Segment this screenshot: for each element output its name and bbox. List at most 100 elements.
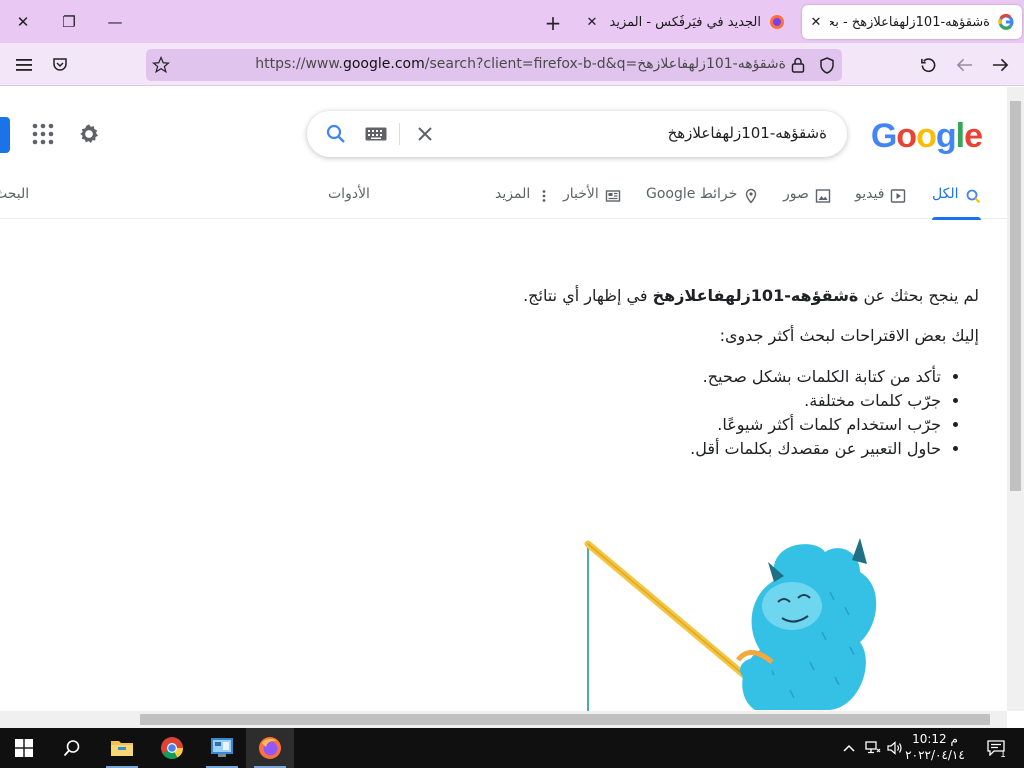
logo-letter: e — [964, 117, 983, 155]
video-icon — [891, 189, 906, 203]
google-logo[interactable]: Google — [870, 117, 983, 156]
control-panel-icon — [211, 738, 233, 757]
taskbar-firefox[interactable] — [246, 728, 294, 768]
tab-maps[interactable]: خرائط Google — [646, 183, 759, 219]
tools-button[interactable]: الأدوات — [328, 186, 370, 202]
tab-close-icon[interactable]: ✕ — [582, 15, 602, 30]
tab-label: صور — [783, 186, 809, 202]
volume-button[interactable] — [884, 728, 906, 768]
windows-taskbar: 10:12 م ٢٠٢٢/٠٤/١٤ 1 — [0, 728, 1024, 768]
tracking-protection-button[interactable] — [812, 50, 842, 80]
speaker-icon — [887, 741, 902, 755]
url-path: /search?client=firefox-b-d&q=ةشقؤهه-101ز… — [424, 56, 786, 72]
taskbar-chrome[interactable] — [148, 728, 196, 768]
tab-images[interactable]: صور — [783, 183, 831, 219]
tab-label: الأخبار — [563, 186, 599, 202]
maximize-icon: ❐ — [62, 12, 76, 31]
fishing-monster-illustration — [584, 538, 877, 711]
taskbar-control-panel[interactable] — [198, 728, 246, 768]
tab-more[interactable]: المزيد — [495, 183, 552, 219]
close-icon: ✕ — [16, 12, 30, 31]
action-center-button[interactable] — [978, 728, 1014, 768]
tab-label: المزيد — [495, 186, 531, 202]
tab-videos[interactable]: فيديو — [855, 183, 906, 219]
tab-label: فيديو — [855, 186, 885, 202]
back-button[interactable] — [985, 50, 1015, 80]
search-icon — [63, 740, 80, 757]
browser-tab-whats-new[interactable]: الجديد في فيَرفُكس - المزيد من الخ ✕ — [578, 5, 793, 39]
browser-tab-search[interactable]: ةشقؤهه-101زلهفاعلازهخ - بحث Go ✕ — [802, 5, 1022, 39]
window-close-button[interactable]: ✕ — [0, 0, 46, 43]
more-vert-icon — [542, 190, 546, 202]
suggestions-list: تأكد من كتابة الكلمات بشكل صحيح. جرّب كل… — [379, 365, 979, 461]
no-results-query: ةشقؤهه-101زلهفاعلازهخ — [652, 286, 859, 305]
lock-icon — [791, 57, 805, 73]
bookmark-star-icon — [152, 56, 170, 74]
clock-time: 10:12 م — [912, 732, 958, 746]
active-tab-indicator — [932, 217, 981, 220]
tab-title: الجديد في فيَرفُكس - المزيد من الخ — [606, 14, 761, 30]
forward-button[interactable] — [949, 50, 979, 80]
search-input[interactable]: ةشقؤهه-101زلهفاعلازهخ — [668, 124, 827, 142]
virtual-keyboard-button[interactable] — [364, 122, 388, 146]
bookmark-star-button[interactable] — [146, 50, 176, 80]
notification-count-badge: 1 — [1000, 750, 1006, 760]
tab-label: الكل — [932, 186, 959, 202]
url-bar[interactable]: https://www.google.com/search?client=fir… — [146, 49, 842, 81]
suggestion-item: حاول التعبير عن مقصدك بكلمات أقل. — [379, 437, 941, 461]
tab-all[interactable]: الكل — [932, 183, 981, 220]
window-minimize-button[interactable]: — — [92, 0, 138, 43]
logo-letter: G — [870, 117, 897, 155]
tracking-shield-icon — [820, 56, 834, 74]
no-results-prefix: لم ينجح بحثك عن — [858, 286, 979, 305]
pocket-icon — [53, 58, 67, 71]
show-hidden-icons-button[interactable] — [838, 728, 860, 768]
taskbar-file-explorer[interactable] — [98, 728, 146, 768]
menu-button[interactable] — [9, 50, 39, 80]
start-button[interactable] — [0, 728, 48, 768]
horizontal-scrollbar[interactable] — [0, 711, 1007, 728]
logo-letter: o — [916, 117, 937, 155]
sign-in-button[interactable] — [0, 117, 10, 153]
url-text: https://www.google.com/search?client=fir… — [255, 56, 786, 72]
suggestion-item: جرّب كلمات مختلفة. — [379, 389, 941, 413]
tab-bar: ✕ ❐ — + الجديد في فيَرفُكس - المزيد من ا… — [0, 0, 1024, 43]
divider — [399, 123, 400, 145]
site-info-button[interactable] — [783, 50, 813, 80]
reload-button[interactable] — [913, 50, 943, 80]
suggestion-item: جرّب استخدام كلمات أكثر شيوعًا. — [379, 413, 941, 437]
tab-news[interactable]: الأخبار — [563, 183, 621, 219]
settings-gear-icon[interactable] — [78, 123, 100, 145]
new-tab-button[interactable]: + — [540, 10, 566, 36]
tab-label: خرائط Google — [646, 186, 738, 202]
chrome-icon — [161, 737, 183, 759]
window-maximize-button[interactable]: ❐ — [46, 0, 92, 43]
firefox-icon — [770, 15, 784, 29]
logo-letter: g — [935, 117, 957, 155]
network-status-button[interactable] — [862, 728, 884, 768]
search-box[interactable]: ةشقؤهه-101زلهفاعلازهخ — [307, 111, 847, 157]
map-pin-icon — [746, 188, 757, 204]
search-icon — [326, 124, 345, 143]
no-results-suffix: في إظهار أي نتائج. — [523, 286, 653, 305]
pocket-button[interactable] — [45, 50, 75, 80]
search-submit-button[interactable] — [324, 122, 348, 146]
firefox-icon — [259, 737, 281, 759]
suggestions-intro: إليك بعض الاقتراحات لبحث أكثر جدوى: — [719, 326, 979, 345]
chevron-up-icon — [843, 744, 855, 752]
scrollbar-thumb[interactable] — [140, 714, 990, 725]
tab-close-icon[interactable]: ✕ — [806, 15, 826, 30]
taskbar-search-button[interactable] — [48, 728, 96, 768]
logo-letter: l — [955, 117, 966, 155]
reload-icon — [920, 57, 935, 72]
suggestion-item: تأكد من كتابة الكلمات بشكل صحيح. — [379, 365, 941, 389]
google-apps-icon[interactable] — [32, 123, 54, 145]
vertical-scrollbar[interactable] — [1007, 87, 1024, 711]
minimize-icon: — — [107, 12, 123, 31]
scrollbar-thumb[interactable] — [1010, 101, 1021, 491]
search-tools-edge-label[interactable]: البحث — [0, 186, 29, 202]
clear-search-button[interactable] — [413, 122, 437, 146]
taskbar-clock[interactable]: 10:12 م ٢٠٢٢/٠٤/١٤ — [905, 731, 965, 763]
tab-title: ةشقؤهه-101زلهفاعلازهخ - بحث Go — [830, 14, 990, 30]
navigation-bar: https://www.google.com/search?client=fir… — [0, 43, 1024, 86]
